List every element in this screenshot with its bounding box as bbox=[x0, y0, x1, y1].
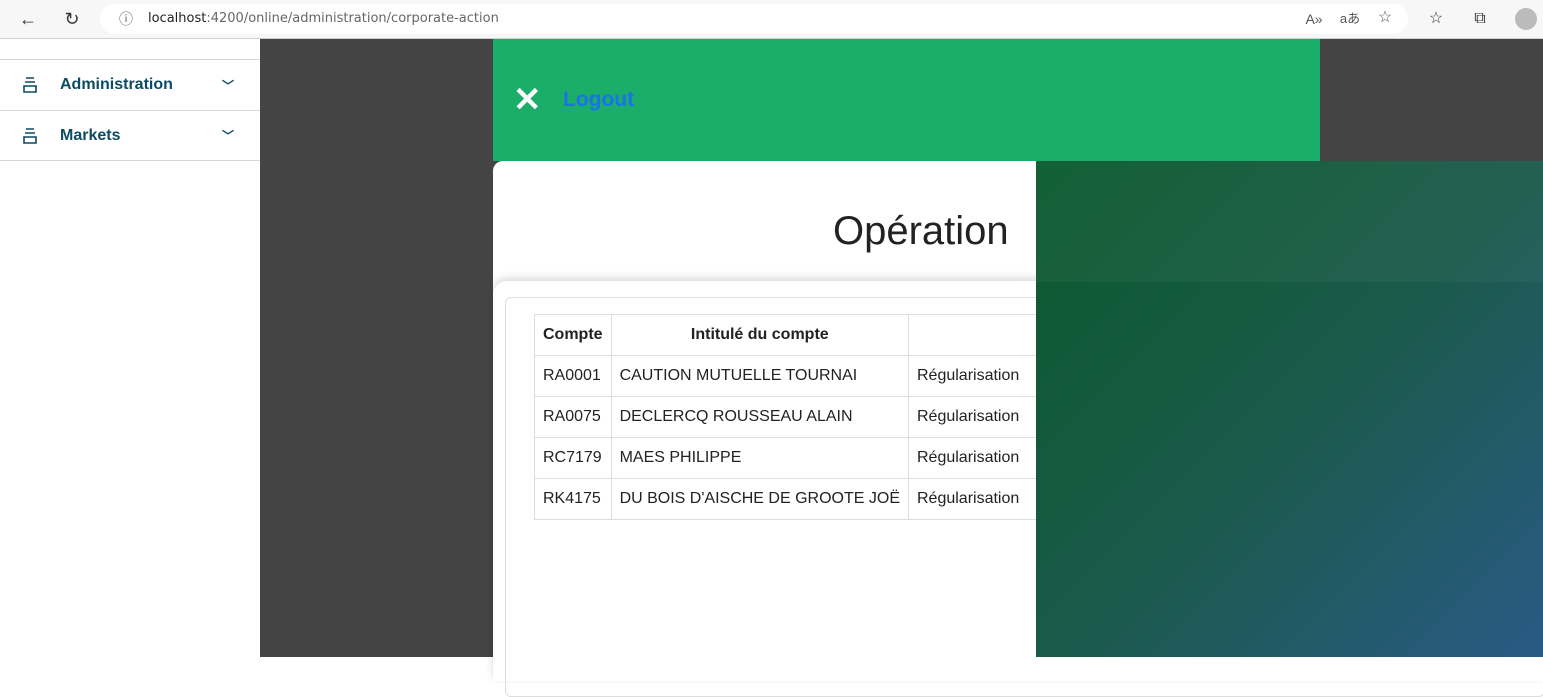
sidebar-item-markets[interactable]: Markets ﹀ bbox=[0, 110, 260, 161]
profile-avatar[interactable] bbox=[1515, 8, 1537, 30]
cell-account-name: DECLERCQ ROUSSEAU ALAIN bbox=[610, 396, 910, 438]
cell-account: RA0075 bbox=[534, 396, 612, 438]
column-header: Compte bbox=[534, 314, 612, 356]
logout-link[interactable]: Logout bbox=[563, 88, 634, 112]
overlay-top-band bbox=[1036, 161, 1543, 282]
sidebar: Administration ﹀ Markets ﹀ bbox=[0, 39, 260, 657]
info-icon[interactable]: ⓘ bbox=[114, 9, 138, 29]
chevron-down-icon: ﹀ bbox=[222, 129, 235, 143]
cell-account: RC7179 bbox=[534, 437, 612, 479]
cell-account: RK4175 bbox=[534, 478, 612, 520]
url-text: localhost:4200/online/administration/cor… bbox=[148, 11, 499, 26]
address-bar[interactable]: ⓘ localhost:4200/online/administration/c… bbox=[100, 4, 1408, 34]
cell-account: RA0001 bbox=[534, 355, 612, 397]
collections-icon[interactable]: ⧉ bbox=[1468, 9, 1492, 29]
add-favorite-icon[interactable]: ☆ bbox=[1373, 8, 1397, 28]
sidebar-item-administration[interactable]: Administration ﹀ bbox=[0, 59, 260, 110]
favorites-icon[interactable]: ☆ bbox=[1424, 9, 1448, 29]
sidebar-item-label: Markets bbox=[60, 126, 121, 144]
read-aloud-icon[interactable]: A» bbox=[1302, 9, 1326, 29]
gradient-overlay-panel bbox=[1036, 161, 1543, 657]
close-icon[interactable]: ✕ bbox=[513, 83, 542, 117]
browser-toolbar: ← ↻ ⓘ localhost:4200/online/administrati… bbox=[0, 0, 1543, 39]
reload-icon[interactable]: ↻ bbox=[60, 9, 84, 29]
chevron-down-icon: ﹀ bbox=[222, 78, 235, 93]
app-header: ✕ Logout bbox=[493, 39, 1320, 161]
page-title: Opération bbox=[833, 209, 1009, 253]
cell-account-name: MAES PHILIPPE bbox=[610, 437, 910, 479]
stack-icon bbox=[23, 77, 37, 93]
back-icon[interactable]: ← bbox=[16, 9, 40, 29]
column-header: Intitulé du compte bbox=[610, 314, 910, 356]
cell-account-name: CAUTION MUTUELLE TOURNAI bbox=[610, 355, 910, 397]
translate-icon[interactable]: aあ bbox=[1338, 9, 1362, 29]
sidebar-item-label: Administration bbox=[60, 76, 173, 93]
stack-icon bbox=[23, 128, 37, 144]
cell-account-name: DU BOIS D'AISCHE DE GROOTE JOË bbox=[610, 478, 910, 520]
